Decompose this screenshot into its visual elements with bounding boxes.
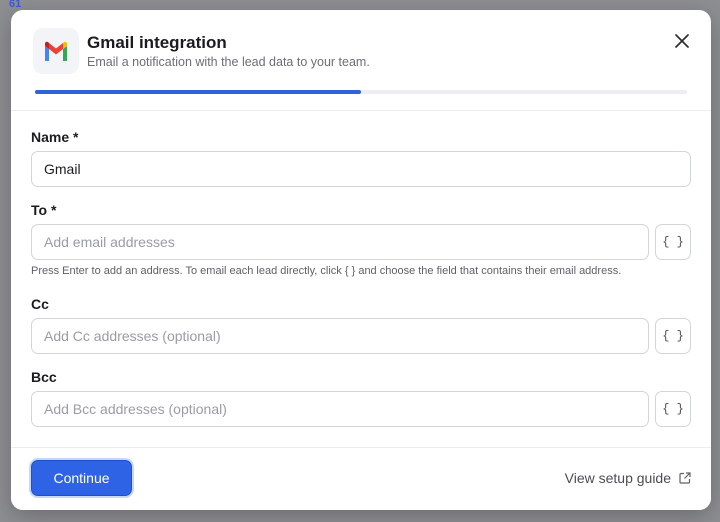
name-input[interactable] [31,151,691,187]
bcc-variable-button[interactable]: { } [655,391,691,427]
to-variable-button[interactable]: { } [655,224,691,260]
dialog-subtitle: Email a notification with the lead data … [87,55,370,69]
close-icon [675,34,689,48]
close-button[interactable] [669,28,695,54]
name-label: Name * [31,129,79,145]
to-label: To * [31,202,57,218]
backdrop-count: 61 [9,0,22,10]
to-help-text: Press Enter to add an address. To email … [31,265,622,277]
dialog-footer: Continue View setup guide [11,447,711,510]
dialog-header: Gmail integration Email a notification w… [11,10,711,111]
continue-button[interactable]: Continue [31,460,132,496]
bcc-input[interactable] [31,391,649,427]
bcc-label: Bcc [31,369,57,385]
gmail-logo-icon [45,41,67,61]
dialog-title: Gmail integration [87,33,227,52]
gmail-integration-dialog: Gmail integration Email a notification w… [11,10,711,510]
step-progress-bar [35,90,687,94]
external-link-icon [679,472,691,484]
cc-input[interactable] [31,318,649,354]
guide-link-label: View setup guide [564,470,671,486]
cc-label: Cc [31,296,49,312]
gmail-logo [33,28,79,74]
to-input[interactable] [31,224,649,260]
cc-variable-button[interactable]: { } [655,318,691,354]
view-setup-guide-link[interactable]: View setup guide [565,470,691,486]
step-progress-fill [35,90,361,94]
